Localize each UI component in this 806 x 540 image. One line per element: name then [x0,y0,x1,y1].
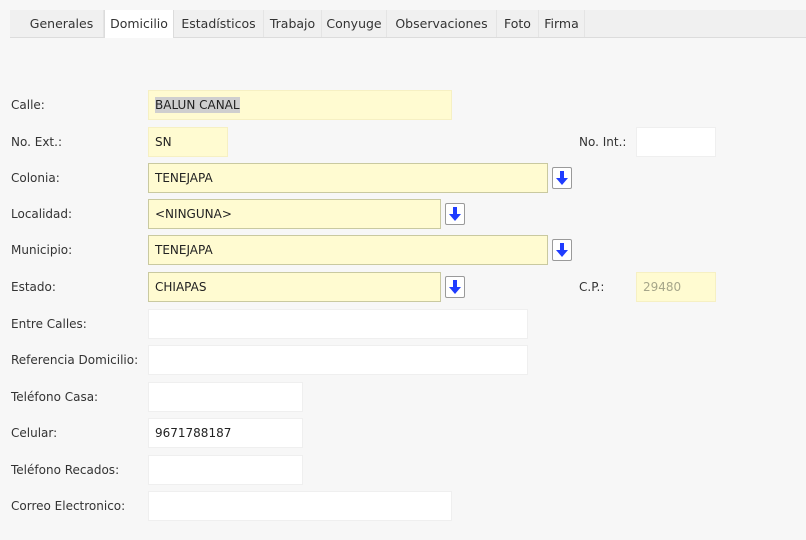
no-ext-input[interactable]: SN [148,127,228,157]
tab-estadisticos[interactable]: Estadísticos [174,10,264,37]
localidad-label: Localidad: [11,207,73,221]
estado-label: Estado: [11,280,56,294]
localidad-select[interactable]: <NINGUNA> [148,199,441,229]
celular-label: Celular: [11,426,58,440]
calle-input[interactable]: BALUN CANAL [148,90,452,120]
tab-conyuge[interactable]: Conyuge [322,10,387,37]
tab-generales[interactable]: Generales [20,10,104,37]
correo-label: Correo Electronico: [11,499,126,513]
cp-input[interactable]: 29480 [636,272,716,302]
municipio-select[interactable]: TENEJAPA [148,235,548,265]
tab-observaciones[interactable]: Observaciones [387,10,497,37]
referencia-label: Referencia Domicilio: [11,353,139,367]
entre-calles-label: Entre Calles: [11,317,87,331]
tab-firma[interactable]: Firma [539,10,585,37]
celular-input[interactable]: 9671788187 [148,418,303,448]
arrow-down-icon [449,280,461,294]
tab-bar: Generales Domicilio Estadísticos Trabajo… [10,10,806,38]
tab-domicilio[interactable]: Domicilio [104,10,174,38]
estado-select[interactable]: CHIAPAS [148,272,441,302]
telefono-casa-input[interactable] [148,382,303,412]
arrow-down-icon [556,243,568,257]
entre-calles-input[interactable] [148,309,528,339]
no-int-label: No. Int.: [579,135,627,149]
referencia-input[interactable] [148,345,528,375]
cp-label: C.P.: [579,280,605,294]
correo-input[interactable] [148,491,452,521]
calle-label: Calle: [11,98,45,112]
no-int-input[interactable] [636,127,716,157]
municipio-label: Municipio: [11,243,73,257]
estado-dropdown-button[interactable] [445,276,465,298]
localidad-dropdown-button[interactable] [445,203,465,225]
colonia-select[interactable]: TENEJAPA [148,163,548,193]
arrow-down-icon [449,207,461,221]
telefono-recados-label: Teléfono Recados: [11,463,120,477]
calle-value: BALUN CANAL [155,97,240,113]
colonia-dropdown-button[interactable] [552,167,572,189]
municipio-dropdown-button[interactable] [552,239,572,261]
telefono-recados-input[interactable] [148,455,303,485]
tab-foto[interactable]: Foto [497,10,539,37]
arrow-down-icon [556,171,568,185]
no-ext-label: No. Ext.: [11,135,62,149]
telefono-casa-label: Teléfono Casa: [11,390,99,404]
tab-trabajo[interactable]: Trabajo [264,10,322,37]
colonia-label: Colonia: [11,171,60,185]
